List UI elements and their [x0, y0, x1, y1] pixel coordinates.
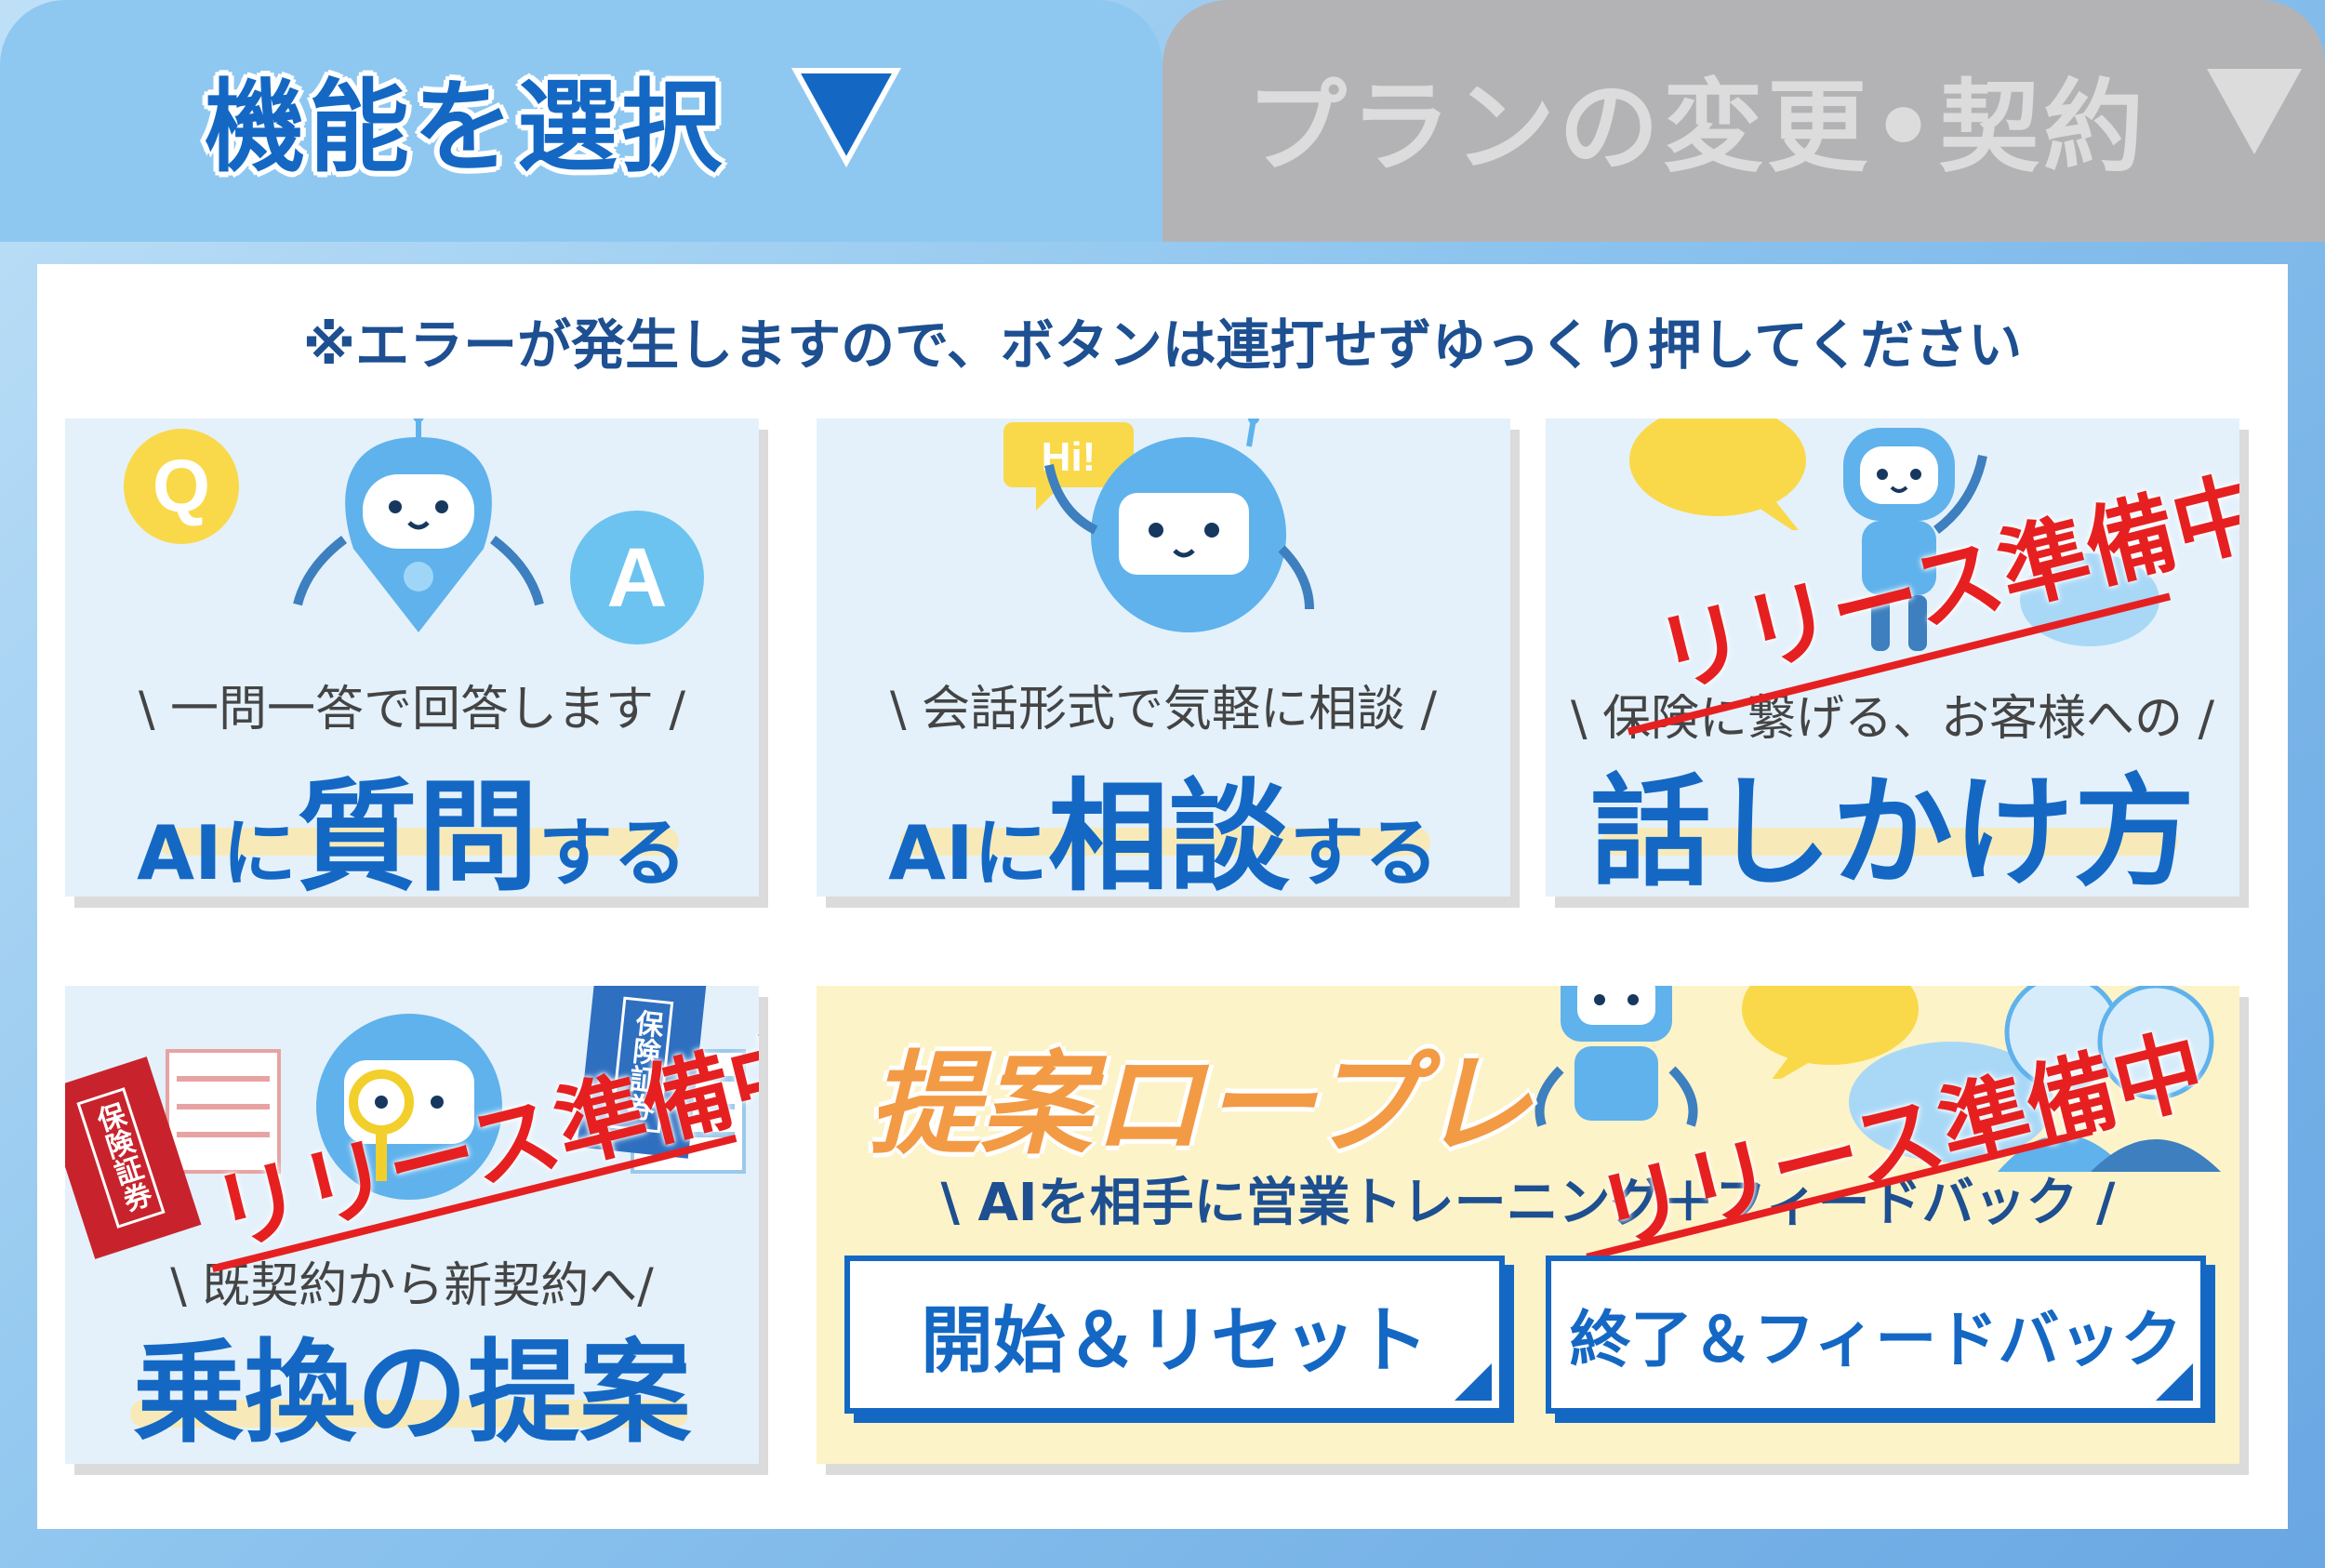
- triangle-down-icon: [2207, 69, 2303, 154]
- tab-plan-change[interactable]: プランの変更•契約: [1162, 0, 2325, 242]
- roleplay-subtitle: \ AIを相手に営業トレーニング＋フィードバック /: [940, 1173, 2116, 1233]
- title-emphasis: 話しかけ方: [1589, 762, 2195, 897]
- end-feedback-label: 終了＆フィードバック: [1569, 1304, 2183, 1375]
- card-question-title: AIに質問する: [65, 739, 759, 897]
- title-prefix: AIに: [888, 810, 1048, 897]
- triangle-down-icon: [790, 68, 902, 167]
- corner-triangle-icon: [1455, 1363, 1492, 1401]
- card-switch-proposal[interactable]: 保険証券 保険証券 \ 既契約から新契約へ/ 乗換の提案 リリース準備中: [65, 986, 759, 1464]
- title-emphasis: 乗換の提案: [133, 1329, 691, 1458]
- card-consult-subtitle: \ 会話形式で気軽に相談 /: [889, 682, 1438, 737]
- card-consult-title: AIに相談する: [817, 739, 1510, 897]
- tab-plan-change-label: プランの変更•契約: [1246, 70, 2148, 186]
- title-emphasis: 相談: [1047, 766, 1290, 897]
- card-talk-title: 話しかけ方: [1546, 735, 2239, 897]
- card-consult[interactable]: Hi! \ 会話形式で気軽に相談 / AIに相談する: [817, 419, 1510, 897]
- card-ask-question[interactable]: Q A \ 一問一答で回答します / AIに質問する: [65, 419, 759, 897]
- notice-text: ※エラーが発生しますので、ボタンは連打せずゆっくり押してください: [302, 313, 2023, 377]
- corner-triangle-icon: [2156, 1363, 2193, 1401]
- a-bubble-icon: A: [570, 511, 704, 644]
- title-suffix: する: [1289, 810, 1439, 897]
- q-letter: Q: [153, 445, 210, 527]
- end-feedback-button[interactable]: 終了＆フィードバック: [1546, 1256, 2206, 1414]
- tab-select-feature[interactable]: 機能を選択: [0, 0, 1162, 242]
- card-proposal-roleplay: 提案ロープレ \ AIを相手に営業トレーニング＋フィードバック / リリース準備…: [817, 986, 2239, 1464]
- q-bubble-icon: Q: [124, 429, 239, 544]
- robot-icon: [1044, 419, 1314, 632]
- card-question-subtitle: \ 一問一答で回答します /: [138, 682, 686, 737]
- speech-bubble-icon: [1629, 419, 1806, 530]
- certificate-text: 保険証券: [76, 1087, 166, 1229]
- start-reset-label: 開始＆リセット: [920, 1299, 1428, 1383]
- title-prefix: AIに: [137, 810, 297, 897]
- a-letter: A: [607, 532, 668, 625]
- roleplay-title: 提案ロープレ: [869, 1041, 1532, 1170]
- card-talk-method[interactable]: \ 保険に繋げる、お客様への / 話しかけ方 リリース準備中: [1546, 419, 2239, 897]
- title-suffix: する: [538, 810, 687, 897]
- title-emphasis: 質問: [296, 766, 538, 897]
- robot-icon: [293, 419, 544, 632]
- main-panel: ※エラーが発生しますので、ボタンは連打せずゆっくり押してください Q A \ 一…: [37, 264, 2288, 1529]
- card-switch-title: 乗換の提案: [65, 1302, 759, 1464]
- start-reset-button[interactable]: 開始＆リセット: [844, 1256, 1505, 1414]
- tab-select-feature-label: 機能を選択: [205, 70, 726, 186]
